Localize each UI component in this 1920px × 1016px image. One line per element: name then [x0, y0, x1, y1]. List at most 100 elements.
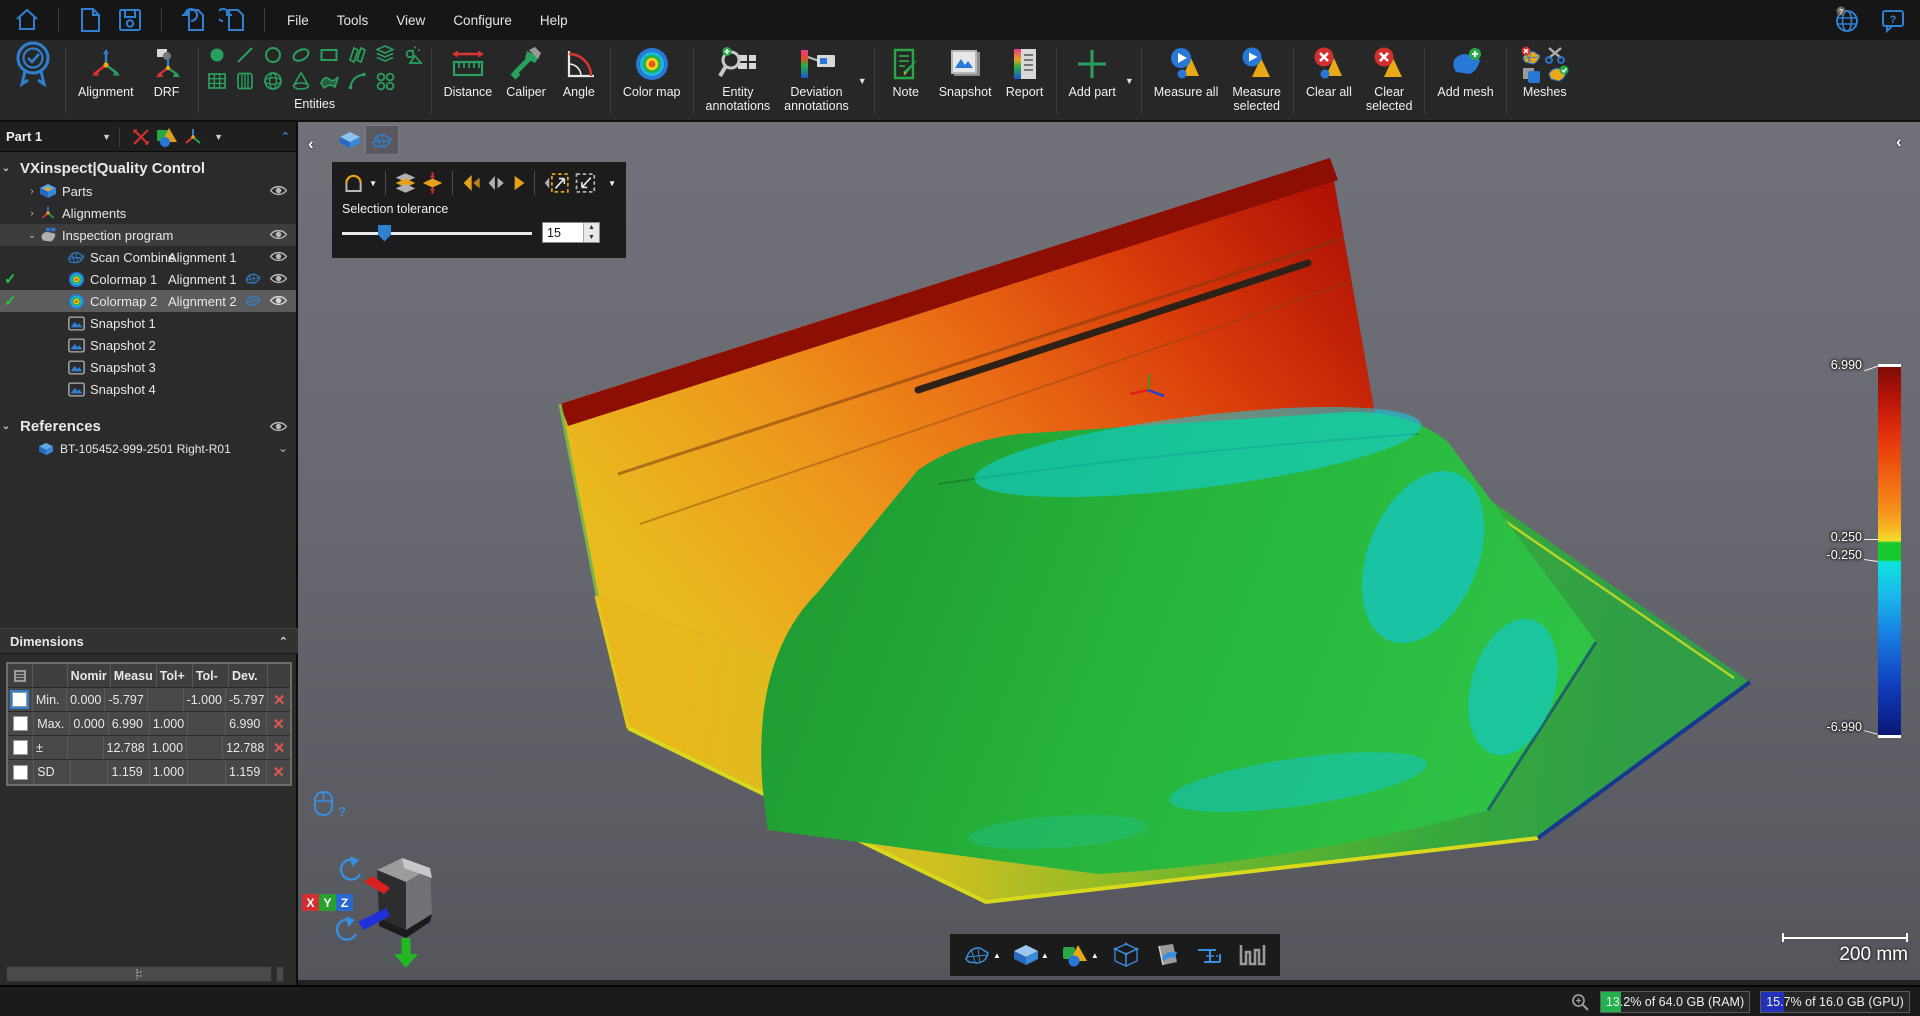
dimension-row-min[interactable]: Min. 0.000 -5.797 -1.000 -5.797 ✕	[8, 688, 290, 712]
meshes-button[interactable]: Meshes	[1512, 42, 1578, 120]
show-triad-button[interactable]	[180, 125, 206, 149]
row-checkbox[interactable]	[13, 740, 28, 755]
menu-tools[interactable]: Tools	[337, 13, 369, 28]
chevron-down-icon[interactable]: ⌄	[26, 230, 38, 241]
tree-item-snapshot2[interactable]: Snapshot 2	[0, 334, 296, 356]
selection-tolerance-slider[interactable]	[342, 225, 532, 241]
tree-item-parts[interactable]: › Parts	[0, 180, 296, 202]
slider-handle[interactable]	[378, 225, 391, 242]
tree-item-colormap2[interactable]: ✓ Colormap 2 Alignment 2	[0, 290, 296, 312]
entity-surface-icon[interactable]	[318, 70, 340, 92]
distance-button[interactable]: Distance	[437, 42, 500, 120]
mesh-view-tab[interactable]	[366, 126, 398, 154]
cad-display-button[interactable]: ▲	[1008, 937, 1054, 973]
dimension-row-plusminus[interactable]: ± 12.788 1.000 12.788 ✕	[8, 736, 290, 760]
quality-control-badge-button[interactable]	[6, 42, 60, 120]
chevron-down-icon[interactable]: ⌄	[0, 421, 12, 432]
entity-annotations-button[interactable]: Entity annotations	[699, 42, 778, 120]
left-panel-scrollbar[interactable]	[6, 966, 272, 982]
measure-all-button[interactable]: Measure all	[1147, 42, 1226, 120]
menu-view[interactable]: View	[396, 13, 425, 28]
visibility-eye-icon[interactable]	[269, 271, 288, 286]
dome-selection-icon[interactable]	[342, 171, 365, 195]
entity-slab-icon[interactable]	[374, 44, 396, 66]
row-checkbox[interactable]	[13, 716, 28, 731]
deviation-annotations-button[interactable]: Deviation annotations	[777, 42, 856, 120]
view-options-dropdown[interactable]: ▼	[214, 132, 223, 142]
entity-cone-icon[interactable]	[290, 70, 312, 92]
dimension-row-max[interactable]: Max. 0.000 6.990 1.000 6.990 ✕	[8, 712, 290, 736]
row-checkbox[interactable]	[13, 765, 28, 780]
selection-mode-dropdown[interactable]: ▼	[369, 179, 377, 188]
import-session-button[interactable]	[176, 5, 210, 35]
tree-root[interactable]: ⌄ VXinspect|Quality Control	[0, 156, 296, 180]
measure-selected-button[interactable]: Measure selected	[1225, 42, 1288, 120]
dimensions-header[interactable]: Dimensions ⌃	[0, 628, 298, 654]
selection-tolerance-input[interactable]	[543, 223, 583, 242]
show-entities-button[interactable]	[154, 125, 180, 149]
entity-cylinder-icon[interactable]	[234, 70, 256, 92]
save-session-button[interactable]	[113, 5, 147, 35]
tree-item-scan-combine[interactable]: Scan Combine Alignment 1	[0, 246, 296, 268]
spin-down-button[interactable]: ▼	[584, 233, 599, 243]
entity-sketch-icon[interactable]	[402, 44, 424, 66]
visibility-eye-icon[interactable]	[269, 419, 288, 434]
tree-references[interactable]: ⌄ References	[0, 414, 296, 438]
spin-up-button[interactable]: ▲	[584, 223, 599, 233]
add-part-button[interactable]: Add part	[1062, 42, 1123, 120]
tree-item-snapshot4[interactable]: Snapshot 4	[0, 378, 296, 400]
export-session-button[interactable]	[216, 5, 250, 35]
entity-ellipse-icon[interactable]	[290, 44, 312, 66]
entities-display-button[interactable]: ▲	[1056, 937, 1104, 973]
entity-sphere-icon[interactable]	[262, 70, 284, 92]
add-part-dropdown[interactable]: ▼	[1125, 76, 1134, 86]
cross-section-button[interactable]	[1190, 937, 1230, 973]
tree-item-alignments[interactable]: › Alignments	[0, 202, 296, 224]
histogram-button[interactable]	[1232, 937, 1272, 973]
mesh-display-dropdown[interactable]: ▲	[993, 951, 1001, 960]
grow-selection-icon[interactable]	[461, 171, 482, 195]
part-selector[interactable]: Part 1	[6, 129, 42, 144]
row-checkbox[interactable]	[12, 692, 27, 707]
home-button[interactable]	[10, 5, 44, 35]
help-button[interactable]: ?	[1876, 5, 1910, 35]
entity-rectangle-icon[interactable]	[318, 44, 340, 66]
visibility-eye-icon[interactable]	[269, 227, 288, 242]
entity-points-icon[interactable]	[374, 70, 396, 92]
online-services-button[interactable]: ?	[1830, 5, 1864, 35]
chevron-right-icon[interactable]: ›	[26, 186, 38, 197]
angle-button[interactable]: Angle	[553, 42, 605, 120]
more-selection-tools-dropdown[interactable]: ▼	[608, 179, 616, 188]
entity-circle-icon[interactable]	[262, 44, 284, 66]
cad-display-dropdown[interactable]: ▲	[1041, 951, 1049, 960]
bounding-box-button[interactable]	[1106, 937, 1146, 973]
collapse-left-panel-chevron[interactable]: ‹	[308, 134, 314, 154]
visibility-eye-icon[interactable]	[269, 183, 288, 198]
cad-view-tab[interactable]	[334, 126, 366, 154]
tree-item-snapshot3[interactable]: Snapshot 3	[0, 356, 296, 378]
color-map-button[interactable]: Color map	[616, 42, 688, 120]
mesh-display-button[interactable]: ▲	[958, 937, 1006, 973]
entity-plane-icon[interactable]	[346, 44, 368, 66]
menu-file[interactable]: File	[287, 13, 309, 28]
collapse-right-panel-chevron[interactable]: ‹	[1896, 132, 1902, 152]
clear-selected-button[interactable]: Clear selected	[1359, 42, 1420, 120]
menu-configure[interactable]: Configure	[453, 13, 512, 28]
hide-alignments-button[interactable]	[128, 125, 154, 149]
viewport-3d[interactable]: ‹ ‹ ▼	[298, 122, 1920, 980]
chevron-collapse-icon[interactable]: ⌄	[278, 441, 288, 455]
invert-selection-icon[interactable]	[512, 171, 526, 195]
visibility-eye-icon[interactable]	[269, 293, 288, 308]
entities-label[interactable]: Entities	[294, 97, 335, 111]
alignment-button[interactable]: Alignment	[71, 42, 141, 120]
tree-item-reference-file[interactable]: BT-105452-999-2501 Right-R01 ⌄	[0, 438, 296, 460]
part-selector-dropdown[interactable]: ▼	[102, 132, 111, 142]
visibility-eye-icon[interactable]	[269, 249, 288, 264]
left-panel-scrollbar-end[interactable]	[276, 966, 284, 982]
entity-line-icon[interactable]	[234, 44, 256, 66]
entity-curve-icon[interactable]	[346, 70, 368, 92]
clear-all-button[interactable]: Clear all	[1299, 42, 1359, 120]
clipping-plane-button[interactable]	[1148, 937, 1188, 973]
shrink-selection-icon[interactable]	[486, 171, 507, 195]
chevron-right-icon[interactable]: ›	[26, 208, 38, 219]
